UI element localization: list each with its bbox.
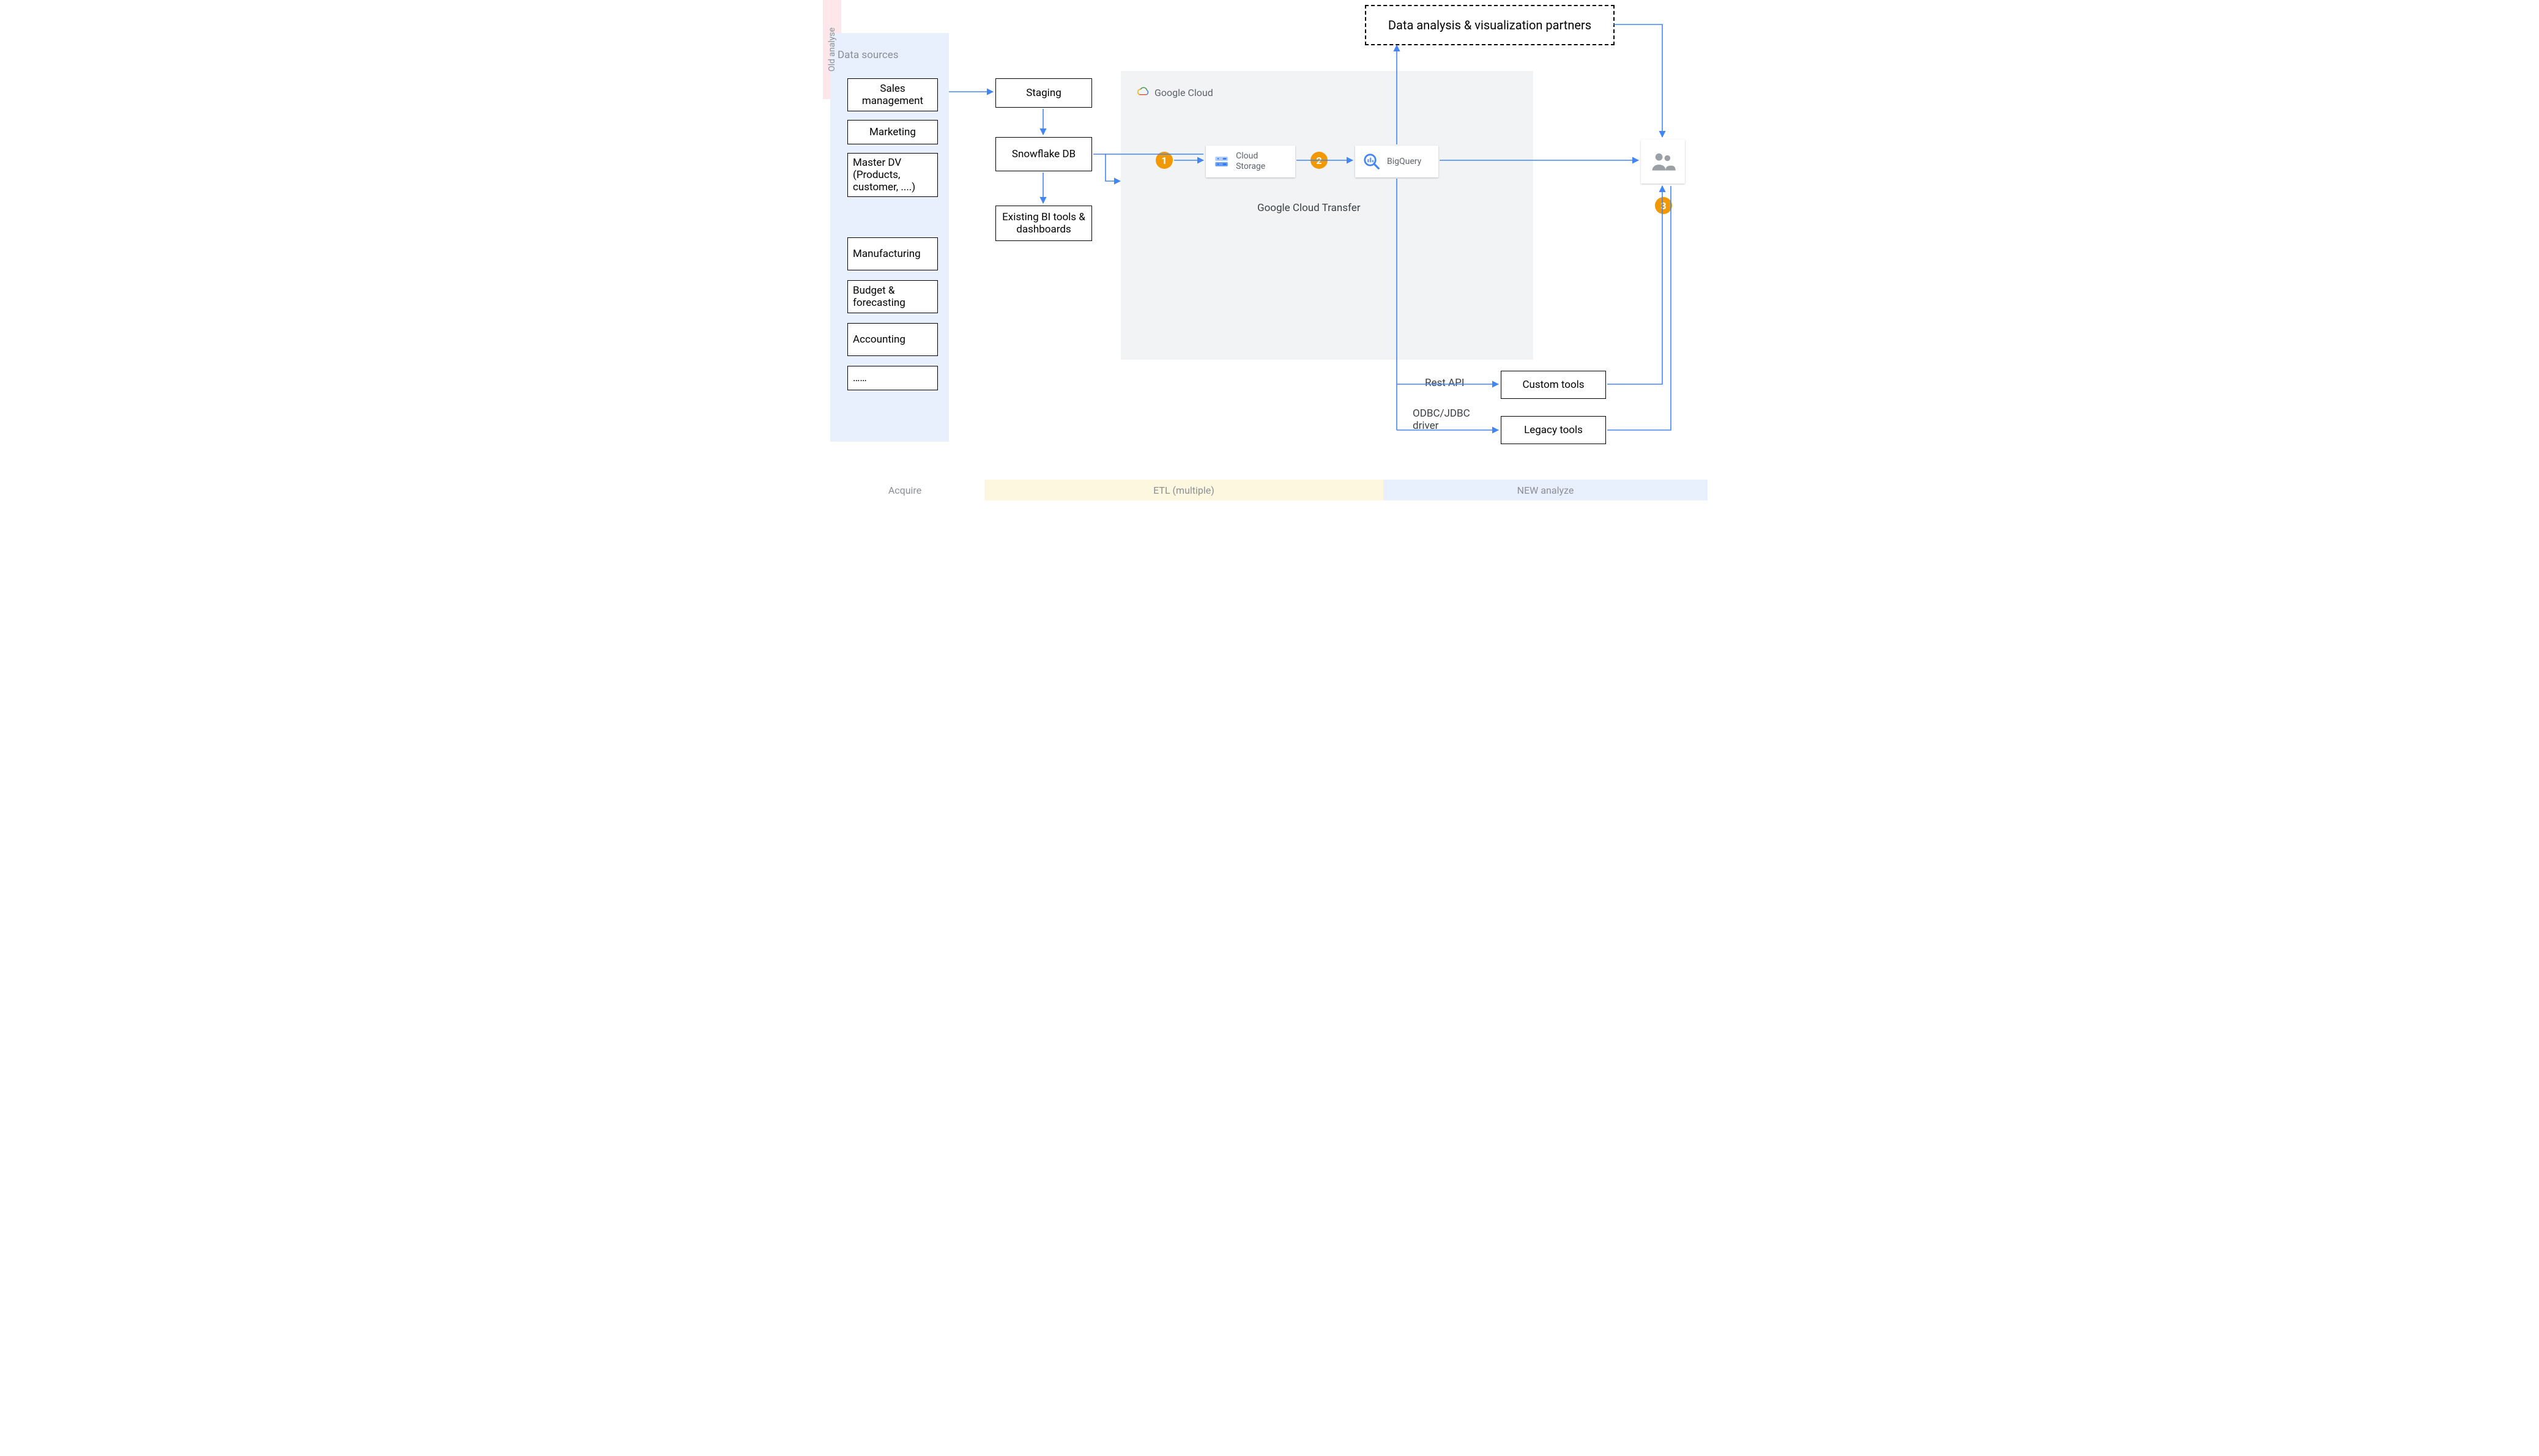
- box-master-dv: Master DV (Products, customer, ....): [847, 153, 938, 197]
- google-cloud-panel: [1121, 71, 1533, 360]
- svc-bigquery: BigQuery: [1355, 146, 1438, 177]
- google-cloud-transfer-label: Google Cloud Transfer: [1257, 202, 1360, 214]
- box-legacy-tools: Legacy tools: [1501, 416, 1606, 444]
- odbc-jdbc-label: ODBC/JDBC driver: [1413, 407, 1480, 432]
- box-marketing: Marketing: [847, 120, 938, 144]
- old-analyse-label: Old analyse: [827, 28, 837, 72]
- box-manufacturing: Manufacturing: [847, 237, 938, 270]
- svc-cloud-storage-label: Cloud Storage: [1236, 151, 1288, 172]
- svc-bigquery-label: BigQuery: [1387, 157, 1421, 167]
- google-cloud-brand-label: Google Cloud: [1154, 87, 1213, 98]
- box-existing-bi-tools: Existing BI tools & dashboards: [995, 206, 1092, 241]
- google-cloud-brand: Google Cloud: [1136, 86, 1213, 99]
- data-sources-title: Data sources: [838, 49, 899, 61]
- rest-api-label: Rest API: [1425, 377, 1464, 389]
- users-icon: [1649, 148, 1676, 175]
- bigquery-icon: [1362, 152, 1381, 171]
- box-accounting: Accounting: [847, 323, 938, 356]
- users-card: [1641, 139, 1685, 184]
- box-sales-management: Sales management: [847, 78, 938, 111]
- phase-acquire: Acquire: [825, 480, 984, 500]
- box-custom-tools: Custom tools: [1501, 371, 1606, 399]
- box-budget-forecasting: Budget & forecasting: [847, 280, 938, 313]
- svc-cloud-storage: Cloud Storage: [1206, 146, 1295, 177]
- box-more: ……: [847, 366, 938, 390]
- step-1-badge: 1: [1156, 152, 1173, 169]
- box-snowflake-db: Snowflake DB: [995, 137, 1092, 171]
- phase-new-analyze: NEW analyze: [1383, 480, 1708, 500]
- phase-etl: ETL (multiple): [984, 480, 1383, 500]
- step-3-badge: 3: [1655, 197, 1672, 214]
- box-staging: Staging: [995, 78, 1092, 108]
- partners-box: Data analysis & visualization partners: [1365, 5, 1615, 45]
- step-2-badge: 2: [1310, 152, 1328, 169]
- cloud-storage-icon: [1213, 153, 1230, 170]
- google-cloud-icon: [1136, 86, 1150, 99]
